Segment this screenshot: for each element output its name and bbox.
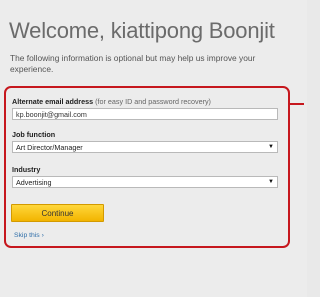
job-function-label: Job function xyxy=(12,130,56,139)
email-label-text: Alternate email address xyxy=(12,97,94,106)
page-subtitle: The following information is optional bu… xyxy=(10,53,256,74)
chevron-down-icon: ▼ xyxy=(268,179,274,185)
email-label-hint: (for easy ID and password recovery) xyxy=(95,97,211,106)
welcome-page: Welcome, kiattipong Boonjit The followin… xyxy=(0,0,307,297)
email-field-label: Alternate email address (for easy ID and… xyxy=(12,97,211,106)
industry-label: Industry xyxy=(12,165,41,174)
annotation-pointer-line xyxy=(290,103,304,105)
job-function-select[interactable]: Art Director/Manager ▼ xyxy=(12,141,278,153)
job-function-value: Art Director/Manager xyxy=(16,142,83,152)
page-title: Welcome, kiattipong Boonjit xyxy=(9,18,275,43)
continue-button[interactable]: Continue xyxy=(11,204,104,222)
industry-value: Advertising xyxy=(16,177,52,187)
email-field[interactable] xyxy=(12,108,278,120)
skip-this-link[interactable]: Skip this › xyxy=(14,232,44,239)
industry-select[interactable]: Advertising ▼ xyxy=(12,176,278,188)
chevron-down-icon: ▼ xyxy=(268,144,274,150)
